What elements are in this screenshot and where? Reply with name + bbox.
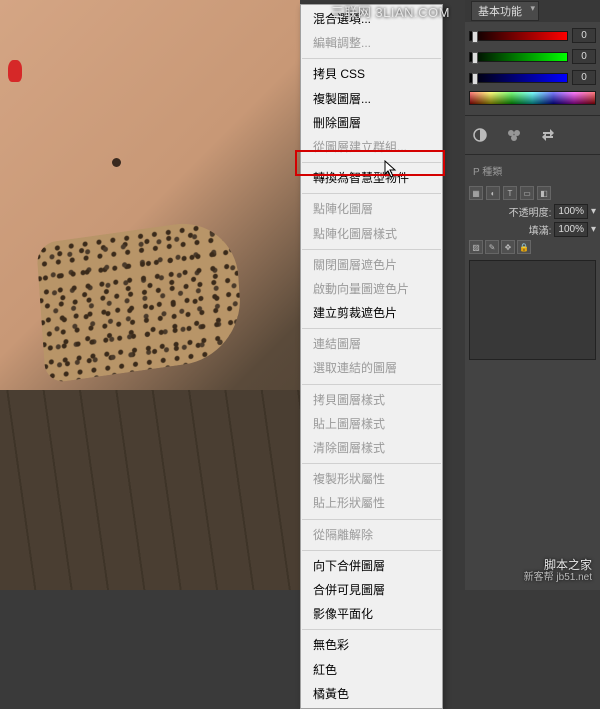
menu-item: 啟動向量圖遮色片 bbox=[301, 277, 442, 301]
menu-item: 從圖層建立群組... bbox=[301, 135, 442, 159]
watermark-top: 三联网 3LIAN.COM bbox=[331, 2, 450, 21]
options-bar: 基本功能 bbox=[465, 0, 600, 22]
menu-item[interactable]: 合併可見圖層 bbox=[301, 578, 442, 602]
lock-pixels-icon[interactable]: ✎ bbox=[485, 240, 499, 254]
chevron-down-icon[interactable]: ▾ bbox=[591, 206, 596, 217]
menu-item: 點陣化圖層 bbox=[301, 197, 442, 221]
opacity-value[interactable]: 100% bbox=[554, 204, 588, 219]
menu-item[interactable]: 拷貝 CSS bbox=[301, 62, 442, 86]
adjustments-icon[interactable] bbox=[471, 126, 489, 144]
right-panel-area: 基本功能 0 0 0 P 種類 ▦ bbox=[465, 0, 600, 590]
menu-separator bbox=[302, 629, 441, 630]
menu-item[interactable]: 影像平面化 bbox=[301, 602, 442, 626]
menu-separator bbox=[302, 249, 441, 250]
filter-shape-icon[interactable]: ▭ bbox=[520, 186, 534, 200]
lock-row: ▨ ✎ ✥ 🔒 bbox=[469, 240, 596, 254]
swatch-ramp[interactable] bbox=[469, 91, 596, 105]
blue-slider[interactable] bbox=[469, 73, 568, 83]
watermark-bottom-prefix: 新客帮 bbox=[524, 572, 554, 583]
menu-item: 點陣化圖層樣式 bbox=[301, 222, 442, 246]
layers-panel-tabs: P 種類 bbox=[469, 161, 596, 180]
fill-label: 填滿: bbox=[529, 222, 552, 237]
menu-separator bbox=[302, 328, 441, 329]
slider-thumb-icon[interactable] bbox=[472, 31, 478, 43]
filter-type-icon[interactable]: T bbox=[503, 186, 517, 200]
menu-item[interactable]: 橘黃色 bbox=[301, 682, 442, 706]
chevron-down-icon[interactable]: ▾ bbox=[591, 224, 596, 235]
menu-separator bbox=[302, 384, 441, 385]
menu-item[interactable]: 無色彩 bbox=[301, 633, 442, 657]
canvas-pattern bbox=[36, 216, 244, 384]
mini-panel-icons bbox=[465, 116, 600, 155]
green-slider[interactable] bbox=[469, 52, 568, 62]
layers-list[interactable] bbox=[469, 260, 596, 360]
canvas[interactable] bbox=[0, 0, 300, 590]
menu-item[interactable]: 紅色 bbox=[301, 658, 442, 682]
red-value[interactable]: 0 bbox=[572, 28, 596, 43]
menu-item: 選取連結的圖層 bbox=[301, 356, 442, 380]
menu-item[interactable]: 向下合併圖層 bbox=[301, 554, 442, 578]
filter-adjust-icon[interactable]: ◐ bbox=[486, 186, 500, 200]
menu-item[interactable]: 複製圖層... bbox=[301, 87, 442, 111]
menu-item[interactable]: 轉換為智慧型物件 bbox=[301, 166, 442, 190]
menu-separator bbox=[302, 162, 441, 163]
green-value[interactable]: 0 bbox=[572, 49, 596, 64]
workspace-label: 基本功能 bbox=[478, 6, 522, 18]
menu-item: 貼上圖層樣式 bbox=[301, 412, 442, 436]
watermark-bottom-main: 脚本之家 bbox=[544, 558, 592, 572]
menu-item: 關閉圖層遮色片 bbox=[301, 253, 442, 277]
workspace-switcher[interactable]: 基本功能 bbox=[471, 1, 539, 21]
slider-thumb-icon[interactable] bbox=[472, 73, 478, 85]
watermark-bottom: 脚本之家 新客帮 jb51.net bbox=[524, 558, 592, 584]
menu-item: 從隔離解除 bbox=[301, 523, 442, 547]
menu-item: 清除圖層樣式 bbox=[301, 436, 442, 460]
lock-transparent-icon[interactable]: ▨ bbox=[469, 240, 483, 254]
menu-separator bbox=[302, 463, 441, 464]
watermark-bottom-sub: jb51.net bbox=[556, 572, 592, 583]
lock-position-icon[interactable]: ✥ bbox=[501, 240, 515, 254]
red-slider[interactable] bbox=[469, 31, 568, 41]
menu-item: 貼上形狀屬性 bbox=[301, 491, 442, 515]
layers-panel: P 種類 ▦ ◐ T ▭ ◧ 不透明度: 100% ▾ 填滿: 100% ▾ ▨… bbox=[465, 155, 600, 366]
filter-smart-icon[interactable]: ◧ bbox=[537, 186, 551, 200]
blue-value[interactable]: 0 bbox=[572, 70, 596, 85]
filter-pixel-icon[interactable]: ▦ bbox=[469, 186, 483, 200]
menu-item[interactable]: 刪除圖層 bbox=[301, 111, 442, 135]
menu-item: 拷貝圖層樣式 bbox=[301, 388, 442, 412]
menu-separator bbox=[302, 550, 441, 551]
fill-value[interactable]: 100% bbox=[554, 222, 588, 237]
styles-icon[interactable] bbox=[505, 126, 523, 144]
canvas-floor bbox=[0, 390, 300, 590]
filter-kind-tab[interactable]: P 種類 bbox=[469, 161, 506, 180]
menu-item[interactable]: 建立剪裁遮色片 bbox=[301, 301, 442, 325]
swap-icon[interactable] bbox=[539, 126, 557, 144]
layer-context-menu: 混合選項...編輯調整...拷貝 CSS複製圖層...刪除圖層從圖層建立群組..… bbox=[300, 4, 443, 709]
lock-all-icon[interactable]: 🔒 bbox=[517, 240, 531, 254]
opacity-label: 不透明度: bbox=[509, 204, 552, 219]
menu-separator bbox=[302, 519, 441, 520]
menu-item: 編輯調整... bbox=[301, 31, 442, 55]
layer-filter-row: ▦ ◐ T ▭ ◧ bbox=[469, 186, 596, 200]
menu-item: 複製形狀屬性 bbox=[301, 467, 442, 491]
color-panel: 0 0 0 bbox=[465, 22, 600, 116]
menu-separator bbox=[302, 193, 441, 194]
slider-thumb-icon[interactable] bbox=[472, 52, 478, 64]
menu-item: 連結圖層 bbox=[301, 332, 442, 356]
menu-separator bbox=[302, 58, 441, 59]
